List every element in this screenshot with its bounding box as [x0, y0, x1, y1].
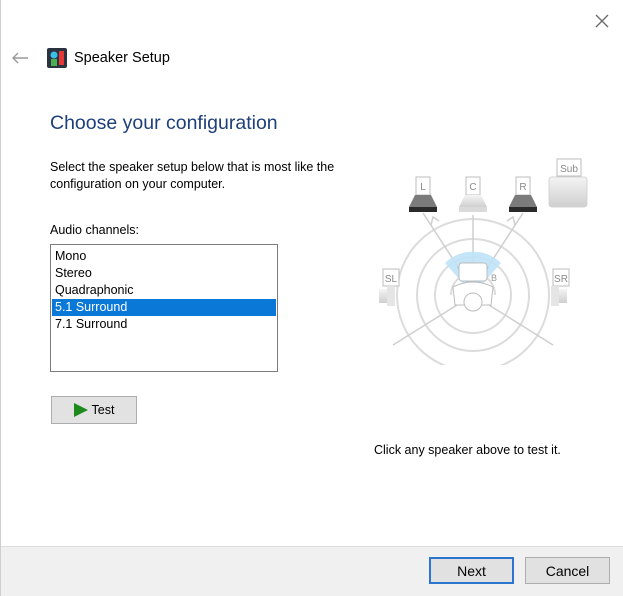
speaker-right[interactable]: R [509, 176, 537, 212]
speaker-subwoofer[interactable]: Sub [548, 158, 588, 208]
audio-channels-list[interactable]: Mono Stereo Quadraphonic 5.1 Surround 7.… [50, 244, 278, 372]
speaker-sr-label: SR [554, 274, 568, 285]
page-heading: Choose your configuration [50, 112, 278, 134]
test-hint-text: Click any speaker above to test it. [374, 443, 561, 457]
speaker-left[interactable]: L [409, 176, 437, 212]
channel-option-5-1-surround[interactable]: 5.1 Surround [52, 299, 276, 316]
svg-text:B: B [491, 273, 497, 283]
test-button[interactable]: Test [51, 396, 137, 424]
speaker-center-label: C [469, 182, 476, 193]
cancel-button[interactable]: Cancel [525, 557, 610, 584]
audio-channels-label: Audio channels: [50, 223, 139, 237]
speaker-setup-icon [47, 48, 67, 68]
play-icon [73, 403, 88, 417]
speaker-center[interactable]: C [459, 176, 487, 212]
speaker-sub-label: Sub [560, 164, 578, 175]
channel-option-stereo[interactable]: Stereo [52, 265, 276, 282]
close-icon[interactable] [591, 10, 613, 32]
back-arrow-icon[interactable] [9, 48, 31, 68]
test-button-label: Test [91, 403, 115, 417]
speaker-setup-window: Speaker Setup Choose your configuration … [0, 0, 623, 596]
speaker-sl-label: SL [385, 274, 398, 285]
window-title: Speaker Setup [74, 50, 170, 66]
speaker-right-label: R [519, 182, 526, 193]
channel-option-7-1-surround[interactable]: 7.1 Surround [52, 316, 276, 333]
speaker-left-label: L [420, 182, 426, 193]
speaker-surround-right[interactable]: SR [551, 268, 570, 306]
page-description: Select the speaker setup below that is m… [50, 160, 335, 191]
next-button[interactable]: Next [429, 557, 514, 584]
channel-option-mono[interactable]: Mono [52, 248, 276, 265]
channel-option-quadraphonic[interactable]: Quadraphonic [52, 282, 276, 299]
speaker-diagram: B L C R Sub SL SR [379, 158, 588, 365]
speaker-surround-left[interactable]: SL [379, 268, 400, 306]
